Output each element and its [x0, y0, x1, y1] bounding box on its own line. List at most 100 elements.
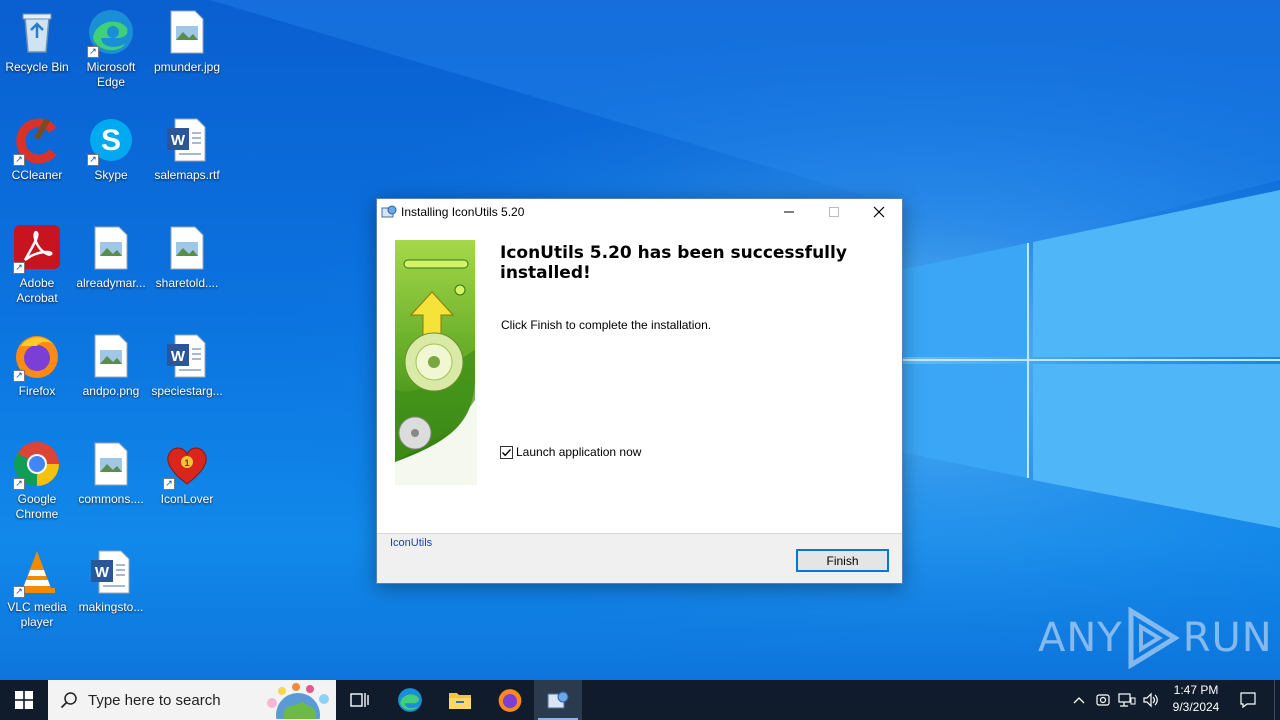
notifications-button[interactable] [1230, 680, 1266, 720]
dialog-titlebar[interactable]: Installing IconUtils 5.20 [377, 199, 902, 225]
edge-icon [398, 688, 422, 712]
desktop-icon-label: Skype [94, 168, 128, 182]
chrome-icon: ↗ [13, 440, 61, 490]
image-file-icon [163, 224, 211, 272]
shortcut-arrow-icon: ↗ [13, 154, 25, 166]
watermark-text-right: RUN [1182, 615, 1273, 661]
chevron-up-icon [1073, 697, 1085, 704]
launch-application-label[interactable]: Launch application now [516, 445, 641, 459]
desktop-icon-firefox[interactable]: ↗ Firefox [0, 326, 74, 426]
shortcut-arrow-icon: ↗ [13, 262, 25, 274]
windows-start-icon [15, 691, 33, 709]
finish-button[interactable]: Finish [796, 549, 889, 572]
desktop-icon-skype[interactable]: S ↗ Skype [74, 110, 148, 210]
desktop-icon-speciestarg[interactable]: W speciestarg... [150, 326, 224, 426]
recycle-bin-icon [13, 8, 61, 56]
desktop-icon-label: makingsto... [78, 600, 144, 614]
desktop-icon-alreadymar[interactable]: alreadymar... [74, 218, 148, 318]
installer-dialog: Installing IconUtils 5.20 IconUtils 5.20… [376, 198, 903, 584]
notification-icon [1240, 692, 1256, 709]
desktop-icon-label: speciestarg... [151, 384, 223, 398]
start-button[interactable] [0, 680, 48, 720]
clock-date: 9/3/2024 [1172, 700, 1220, 714]
desktop-icon-label: VLC media player [7, 600, 67, 629]
firefox-icon [498, 689, 522, 712]
desktop-icon-label: salemaps.rtf [154, 168, 220, 182]
installer-banner-image [395, 240, 477, 485]
image-file-icon [87, 224, 135, 272]
desktop-icon-recycle-bin[interactable]: Recycle Bin [0, 2, 74, 102]
acrobat-icon: ↗ [13, 224, 61, 274]
maximize-icon [828, 207, 839, 217]
network-button[interactable] [1116, 680, 1138, 720]
desktop-icon-sharetold[interactable]: sharetold.... [150, 218, 224, 318]
installer-brand-label: IconUtils [390, 537, 433, 549]
taskbar-installer-button[interactable] [534, 680, 582, 720]
dialog-title: Installing IconUtils 5.20 [401, 205, 525, 219]
show-hidden-icons-button[interactable] [1068, 680, 1090, 720]
desktop-icon-label: IconLover [160, 492, 214, 506]
desktop-icon-ccleaner[interactable]: ↗ CCleaner [0, 110, 74, 210]
close-button[interactable] [856, 199, 901, 225]
image-file-icon [87, 332, 135, 380]
meet-now-button[interactable] [1092, 680, 1114, 720]
shortcut-arrow-icon: ↗ [87, 154, 99, 166]
svg-text:S: S [101, 124, 121, 157]
play-logo-icon [1128, 607, 1180, 669]
shortcut-arrow-icon: ↗ [13, 586, 25, 598]
desktop-icon-microsoft-edge[interactable]: ↗ Microsoft Edge [74, 2, 148, 102]
taskbar-search-box[interactable]: Type here to search [48, 680, 336, 720]
desktop-icon-label: pmunder.jpg [153, 60, 221, 74]
file-explorer-icon [449, 693, 471, 709]
desktop-icon-label: Adobe Acrobat [16, 276, 58, 305]
desktop-icon-label: sharetold.... [155, 276, 219, 290]
image-file-icon [163, 8, 211, 56]
desktop-icon-vlc-media-player[interactable]: ↗ VLC media player [0, 542, 74, 642]
shortcut-arrow-icon: ↗ [13, 370, 25, 382]
meet-now-icon [1096, 694, 1110, 706]
search-icon [60, 692, 77, 709]
desktop-icon-iconlover[interactable]: 1 ↗ IconLover [150, 434, 224, 534]
volume-button[interactable] [1140, 680, 1162, 720]
desktop-icon-label: alreadymar... [76, 276, 146, 290]
svg-text:W: W [171, 132, 186, 149]
svg-text:W: W [171, 348, 186, 365]
task-view-button[interactable] [336, 680, 384, 720]
desktop-icon-label: CCleaner [11, 168, 63, 182]
dialog-content: IconUtils 5.20 has been successfully ins… [377, 225, 902, 533]
svg-text:W: W [95, 564, 110, 581]
finish-instruction-text: Click Finish to complete the installatio… [501, 318, 712, 332]
desktop-icon-makingsto[interactable]: W makingsto... [74, 542, 148, 642]
desktop-icon-commons[interactable]: commons.... [74, 434, 148, 534]
taskbar-file-explorer-button[interactable] [436, 680, 484, 720]
network-icon [1118, 693, 1136, 707]
desktop-icon-pmunder[interactable]: pmunder.jpg [150, 2, 224, 102]
taskbar-firefox-button[interactable] [486, 680, 534, 720]
ccleaner-icon: ↗ [13, 116, 61, 166]
shortcut-arrow-icon: ↗ [163, 478, 175, 490]
shortcut-arrow-icon: ↗ [13, 478, 25, 490]
watermark-text-left: ANY [1038, 615, 1123, 661]
launch-application-checkbox[interactable] [500, 445, 513, 459]
iconlover-icon: 1 ↗ [163, 440, 211, 490]
taskbar-clock[interactable]: 1:47 PM 9/3/2024 [1166, 682, 1226, 716]
word-doc-icon: W [163, 332, 211, 380]
checkmark-icon [501, 448, 512, 456]
minimize-icon [783, 211, 794, 213]
desktop-icon-andpo[interactable]: andpo.png [74, 326, 148, 426]
word-doc-icon: W [87, 548, 135, 596]
task-view-icon [350, 693, 369, 707]
anyrun-watermark: ANY RUN [1038, 607, 1273, 669]
minimize-button[interactable] [766, 199, 811, 225]
firefox-icon: ↗ [13, 332, 61, 382]
clock-time: 1:47 PM [1173, 683, 1219, 697]
launch-application-option[interactable]: Launch application now [500, 445, 641, 459]
installer-icon [547, 691, 569, 709]
desktop-icon-adobe-acrobat[interactable]: ↗ Adobe Acrobat [0, 218, 74, 318]
show-desktop-button[interactable] [1274, 680, 1280, 720]
desktop-icon-salemaps[interactable]: W salemaps.rtf [150, 110, 224, 210]
taskbar-edge-button[interactable] [386, 680, 434, 720]
success-heading: IconUtils 5.20 has been successfully ins… [500, 243, 847, 283]
desktop-icon-google-chrome[interactable]: ↗ Google Chrome [0, 434, 74, 534]
shortcut-arrow-icon: ↗ [87, 46, 99, 58]
